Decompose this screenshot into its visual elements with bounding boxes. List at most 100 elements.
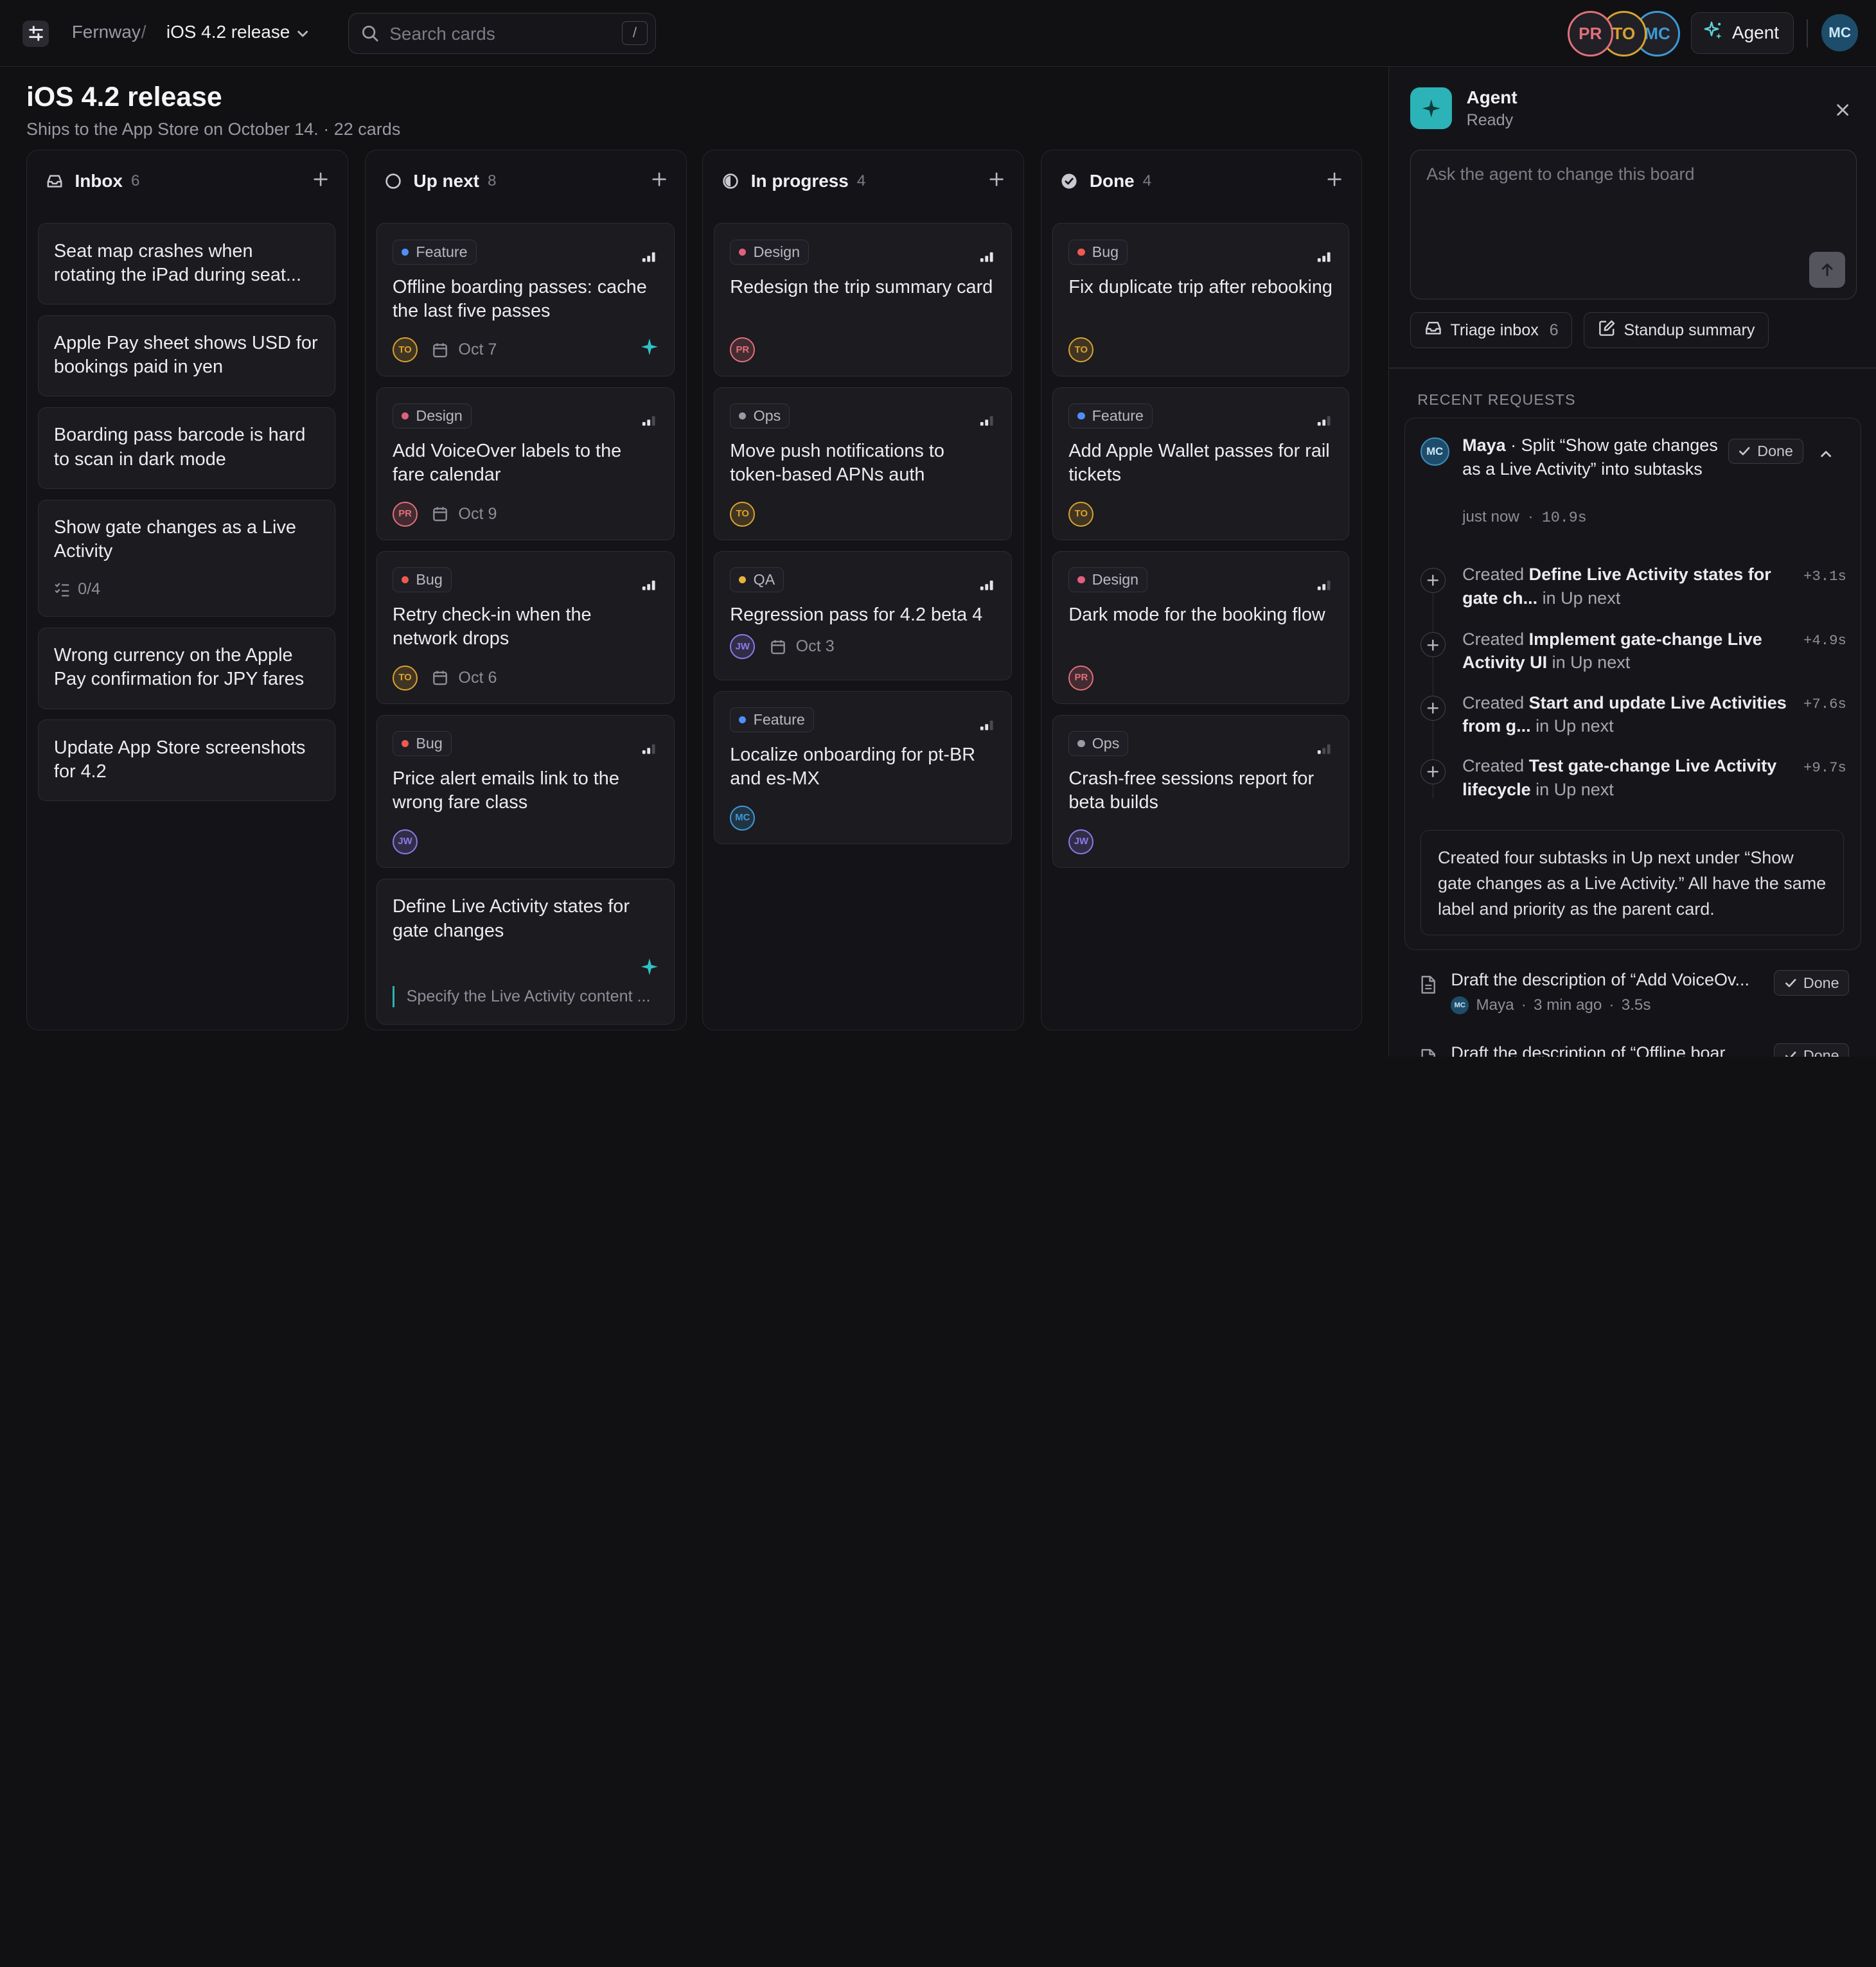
checklist-icon (54, 581, 71, 598)
card[interactable]: Retry check-in when the network dropsBug… (376, 551, 675, 704)
card[interactable]: Price alert emails link to the wrong far… (376, 715, 675, 868)
step-verb: Created (1462, 693, 1529, 712)
column-inbox: Inbox6Seat map crashes when rotating the… (26, 150, 348, 1030)
card[interactable]: Regression pass for 4.2 beta 4QAJWOct 3 (714, 551, 1012, 680)
agent-button[interactable]: Agent (1691, 12, 1794, 54)
card[interactable]: Add Apple Wallet passes for rail tickets… (1052, 387, 1349, 540)
search-shortcut-key: / (622, 21, 648, 45)
inbox-icon (46, 173, 63, 190)
standup-summary-button[interactable]: Standup summary (1584, 312, 1769, 348)
search-box[interactable]: / (348, 13, 656, 53)
card[interactable]: Redesign the trip summary cardDesignPR (714, 223, 1012, 376)
add-card-plus-icon[interactable] (1327, 170, 1342, 192)
card[interactable]: Wrong currency on the Apple Pay confirma… (38, 628, 336, 709)
step-delta: +4.9s (1803, 632, 1846, 649)
card[interactable]: Dark mode for the booking flowDesignPR (1052, 551, 1349, 704)
step-verb: Created (1462, 630, 1529, 649)
card-label: Bug (393, 567, 452, 592)
previous-request[interactable]: Draft the description of “Offline boar..… (1417, 1043, 1860, 1056)
priority-bars-icon (979, 247, 995, 269)
card-title: Add Apple Wallet passes for rail tickets (1068, 439, 1332, 488)
card-meta: TO (1068, 502, 1093, 527)
card-meta: PROct 9 (393, 502, 497, 527)
card-title: Boarding pass barcode is hard to scan in… (54, 423, 319, 472)
priority-bars-icon (641, 247, 657, 269)
step-verb: Created (1462, 756, 1529, 775)
card-label: Feature (730, 707, 814, 732)
status-badge-label: Done (1803, 975, 1839, 992)
card-meta: TOOct 7 (393, 337, 497, 362)
card-meta: JW (393, 829, 418, 854)
app-logo-icon[interactable] (22, 21, 49, 47)
search-input[interactable] (389, 22, 605, 46)
document-icon (1420, 1048, 1437, 1057)
column-title: In progress (751, 171, 849, 191)
avatar: TO (393, 337, 418, 362)
previous-request-meta: MCMaya·3 min ago·3.5s (1451, 996, 1650, 1014)
agent-panel-title: Agent (1467, 87, 1518, 108)
card[interactable]: Show gate changes as a Live Activity0/4 (38, 500, 336, 617)
plus-icon (1420, 632, 1446, 657)
card[interactable]: Offline boarding passes: cache the last … (376, 223, 675, 376)
previous-request-time: 3 min ago (1534, 996, 1602, 1014)
card[interactable]: Apple Pay sheet shows USD for bookings p… (38, 315, 336, 397)
column-in-progress: In progress 4 Redesign the trip summary ca… (702, 150, 1024, 1030)
card-title: Regression pass for 4.2 beta 4 (730, 603, 995, 627)
add-card-plus-icon[interactable] (313, 170, 328, 192)
current-user-avatar[interactable]: MC (1821, 14, 1859, 51)
chevron-up-icon[interactable] (1819, 445, 1833, 466)
card-label-text: Feature (754, 711, 805, 728)
card[interactable]: Move push notifications to token-based A… (714, 387, 1012, 540)
plus-icon (1420, 696, 1446, 721)
card[interactable]: Add VoiceOver labels to the fare calenda… (376, 387, 675, 540)
avatar: JW (730, 634, 755, 659)
card[interactable]: Seat map crashes when rotating the iPad … (38, 223, 336, 304)
card[interactable]: Define Live Activity states for gate cha… (376, 879, 675, 1025)
document-icon (1420, 975, 1437, 1000)
label-dot (1077, 412, 1084, 419)
previous-request[interactable]: Draft the description of “Add VoiceOv...… (1417, 970, 1860, 1018)
status-badge: Done (1774, 1043, 1849, 1056)
status-badge-label: Done (1803, 1047, 1839, 1056)
chevron-down-icon[interactable] (296, 24, 310, 46)
card[interactable]: Update App Store screenshots for 4.2 (38, 719, 336, 801)
card-label-text: Ops (754, 407, 781, 425)
card[interactable]: Localize onboarding for pt-BR and es-MXF… (714, 691, 1012, 844)
previous-request-title: Draft the description of “Offline boar..… (1451, 1043, 1739, 1056)
card-title: Offline boarding passes: cache the last … (393, 276, 658, 324)
card[interactable]: Crash-free sessions report for beta buil… (1052, 715, 1349, 868)
triage-inbox-button[interactable]: Triage inbox 6 (1410, 312, 1572, 348)
avatar: MC (1420, 437, 1449, 466)
close-icon[interactable] (1836, 100, 1850, 122)
send-button[interactable] (1809, 252, 1845, 288)
card-title: Price alert emails link to the wrong far… (393, 767, 658, 815)
priority-bars-icon (979, 410, 995, 432)
priority-bars-icon (641, 738, 657, 760)
agent-prompt-input[interactable] (1426, 164, 1821, 236)
column-title: Up next (414, 171, 479, 191)
add-card-plus-icon[interactable] (651, 170, 667, 192)
priority-bars-icon (1316, 574, 1332, 596)
card[interactable]: Fix duplicate trip after rebookingBugTO (1052, 223, 1349, 376)
card-label: Design (730, 240, 809, 265)
column-count: 4 (857, 172, 865, 190)
breadcrumb-board[interactable]: iOS 4.2 release (166, 22, 290, 42)
priority-bars-icon (1316, 410, 1332, 432)
card[interactable]: Boarding pass barcode is hard to scan in… (38, 407, 336, 489)
step-location: in Up next (1547, 653, 1630, 672)
standup-summary-label: Standup summary (1624, 321, 1755, 340)
priority-bars-icon (1316, 247, 1332, 269)
agent-status: Ready (1467, 111, 1514, 130)
card-label-text: Design (754, 243, 800, 261)
edit-note-icon (1598, 319, 1616, 342)
column-count: 4 (1143, 172, 1151, 190)
add-card-plus-icon[interactable] (989, 170, 1004, 192)
column-title: Inbox (75, 171, 122, 191)
avatar[interactable]: PR (1568, 11, 1613, 57)
breadcrumb-workspace[interactable]: Fernway (72, 22, 141, 42)
card-title: Apple Pay sheet shows USD for bookings p… (54, 331, 319, 380)
status-badge: Done (1728, 439, 1803, 464)
previous-request-author: Maya (1476, 996, 1514, 1014)
card-title: Crash-free sessions report for beta buil… (1068, 767, 1332, 815)
arrow-up-icon (1819, 262, 1835, 278)
